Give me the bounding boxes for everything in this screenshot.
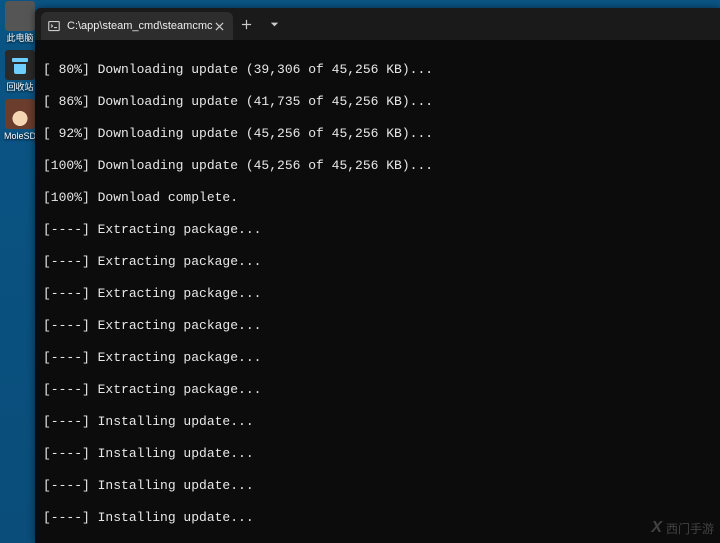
terminal-icon <box>47 19 61 33</box>
window-titlebar[interactable]: C:\app\steam_cmd\steamcmc <box>35 8 720 40</box>
output-line: [ 92%] Downloading update (45,256 of 45,… <box>43 126 712 142</box>
desktop-icon-recycle-bin[interactable]: 回收站 <box>2 50 38 93</box>
output-line: [----] Installing update... <box>43 414 712 430</box>
app-icon <box>5 99 35 129</box>
computer-icon <box>5 1 35 31</box>
desktop-icon-label: 回收站 <box>2 82 38 93</box>
output-line: [----] Extracting package... <box>43 222 712 238</box>
output-line: [----] Extracting package... <box>43 382 712 398</box>
desktop-icons: 此电脑 回收站 MoleSD <box>0 0 40 148</box>
close-tab-button[interactable] <box>213 19 227 33</box>
output-line: [----] Installing update... <box>43 510 712 526</box>
output-line: [100%] Download complete. <box>43 190 712 206</box>
desktop-icon-this-pc[interactable]: 此电脑 <box>2 1 38 44</box>
desktop: 此电脑 回收站 MoleSD C:\app\steam_cmd\steamcmc <box>0 0 720 543</box>
terminal-tab[interactable]: C:\app\steam_cmd\steamcmc <box>41 12 233 40</box>
output-line: [----] Installing update... <box>43 446 712 462</box>
trash-icon <box>5 50 35 80</box>
desktop-icon-molesd[interactable]: MoleSD <box>2 99 38 142</box>
output-line: [ 80%] Downloading update (39,306 of 45,… <box>43 62 712 78</box>
new-tab-button[interactable] <box>233 10 261 38</box>
tab-dropdown-button[interactable] <box>261 10 289 38</box>
desktop-icon-label: MoleSD <box>2 131 38 142</box>
terminal-window: C:\app\steam_cmd\steamcmc [ 80%] Downloa… <box>35 8 720 543</box>
output-line: [----] Extracting package... <box>43 350 712 366</box>
output-line: [----] Extracting package... <box>43 318 712 334</box>
output-line: [----] Extracting package... <box>43 286 712 302</box>
desktop-icon-label: 此电脑 <box>2 33 38 44</box>
output-line: [----] Extracting package... <box>43 254 712 270</box>
output-line: [100%] Downloading update (45,256 of 45,… <box>43 158 712 174</box>
output-line: [ 86%] Downloading update (41,735 of 45,… <box>43 94 712 110</box>
terminal-output[interactable]: [ 80%] Downloading update (39,306 of 45,… <box>35 40 720 543</box>
tab-title: C:\app\steam_cmd\steamcmc <box>67 20 213 32</box>
output-line: [----] Installing update... <box>43 478 712 494</box>
